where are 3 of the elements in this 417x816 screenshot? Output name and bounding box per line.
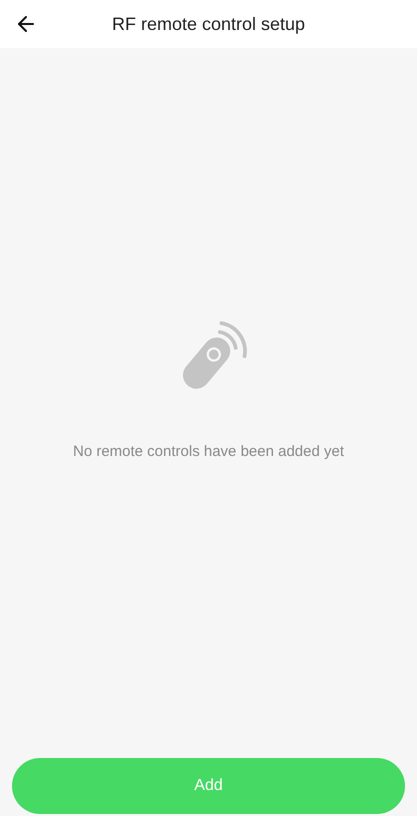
page-title: RF remote control setup [110, 12, 306, 36]
empty-message: No remote controls have been added yet [72, 442, 344, 462]
add-button[interactable]: Add [12, 758, 405, 814]
